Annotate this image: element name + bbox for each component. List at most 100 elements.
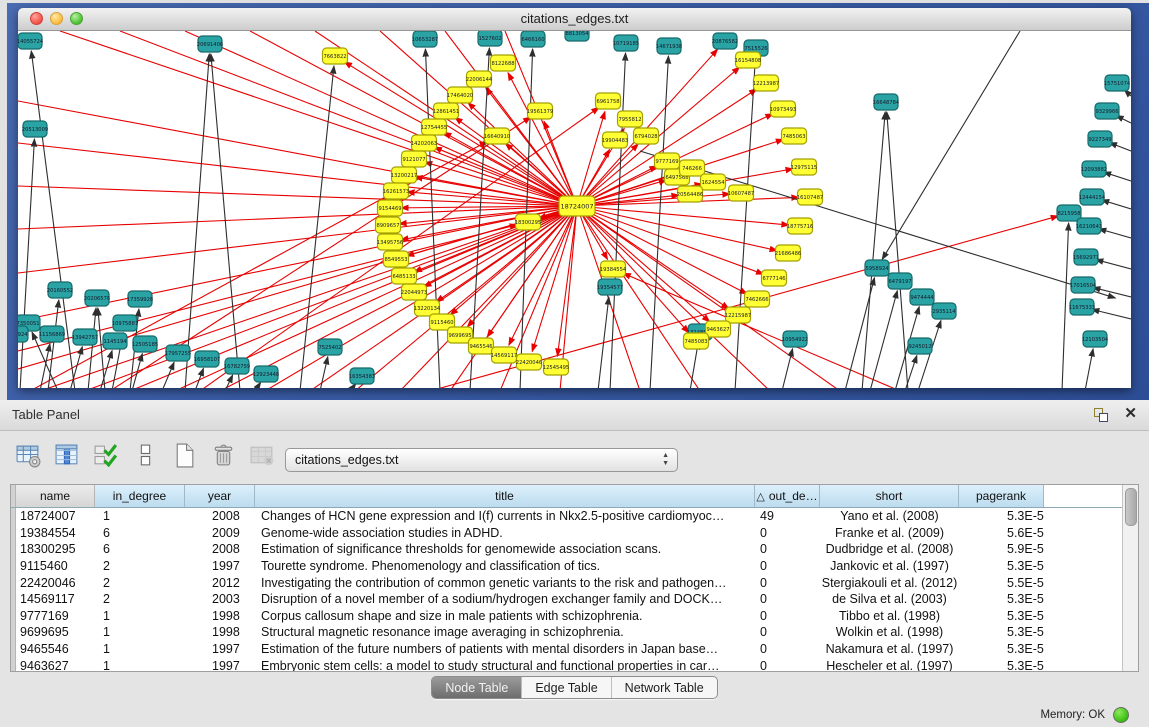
network-node[interactable]: 12754455 [421,119,447,135]
table-cell[interactable]: Disruption of a novel member of a sodium… [255,592,755,606]
network-edge[interactable] [20,139,34,388]
table-cell[interactable]: 18300295 [16,542,95,556]
new-document-button[interactable] [168,440,200,472]
column-header-short[interactable]: short [820,485,959,507]
network-node[interactable]: 12505185 [132,336,158,352]
network-node[interactable]: 11156869 [39,326,65,342]
table-cell[interactable]: 2009 [185,526,255,540]
network-edge[interactable] [1099,229,1131,238]
table-cell[interactable]: 0 [755,592,820,606]
network-edge[interactable] [1096,260,1131,269]
table-cell[interactable]: 0 [755,526,820,540]
network-edge[interactable] [1109,143,1131,151]
network-node[interactable]: 18724007 [559,196,595,216]
network-node[interactable]: 6479197 [888,273,912,289]
network-node[interactable]: 20691406 [197,36,223,52]
table-cell[interactable]: 1998 [185,609,255,623]
network-edge[interactable] [424,206,577,287]
network-node[interactable]: 7462666 [745,291,770,307]
network-node[interactable]: 9227349 [1088,131,1112,147]
network-node[interactable]: 2935114 [932,303,956,319]
table-row[interactable]: 946362711997Embryonic stem cells: a mode… [11,657,1138,672]
table-cell[interactable]: 1998 [185,625,255,639]
network-node[interactable]: 17016504 [1070,277,1097,293]
network-node[interactable]: 12215987 [725,307,751,323]
network-edge[interactable] [18,206,577,229]
network-node[interactable]: 3915924 [18,326,28,342]
network-node[interactable]: 9465546 [469,338,494,354]
network-node[interactable]: 9245012 [908,338,932,354]
show-columns-button[interactable] [51,440,83,472]
table-cell[interactable]: 2008 [185,542,255,556]
network-node[interactable]: 15692971 [1073,249,1099,265]
network-node[interactable]: 8122688 [491,55,516,71]
network-node[interactable]: 9777169 [655,153,680,169]
table-selector-dropdown[interactable]: citations_edges.txt ▲▼ [285,448,678,472]
table-cell[interactable]: 0 [755,642,820,656]
column-header-pagerank[interactable]: pagerank [959,485,1044,507]
tab-network-table[interactable]: Network Table [611,677,717,698]
network-node[interactable]: 9154469 [378,200,403,216]
column-header-year[interactable]: year [185,485,255,507]
network-node[interactable]: 16354383 [349,368,375,384]
network-node[interactable]: 7663822 [323,48,348,64]
table-cell[interactable]: Investigating the contribution of common… [255,576,755,590]
table-row[interactable]: 1938455462009Genome-wide association stu… [11,525,1138,542]
table-cell[interactable]: 1 [95,642,185,656]
table-row[interactable]: 1872400712008Changes of HCN gene express… [11,508,1138,525]
network-node[interactable]: 19561379 [527,103,553,119]
table-cell[interactable]: 6 [95,542,185,556]
table-cell[interactable]: 0 [755,576,820,590]
table-cell[interactable]: Hescheler et al. (1997) [820,659,959,672]
table-cell[interactable]: Dudbridge et al. (2008) [820,542,959,556]
network-node[interactable]: 7485083 [684,333,709,349]
table-cell[interactable]: 5.3E-5 [959,659,1044,672]
network-node[interactable]: 13200217 [391,167,417,183]
network-node[interactable]: 19904483 [602,132,628,148]
network-node[interactable]: 746266 [680,160,705,176]
table-cell[interactable]: 5.9E-5 [959,542,1044,556]
network-node[interactable]: 14055724 [18,33,44,49]
table-cell[interactable]: 9115460 [16,559,95,573]
table-row[interactable]: 977716911998Corpus callosum shape and si… [11,608,1138,625]
network-node[interactable]: 7955812 [618,111,643,127]
network-edge[interactable] [1085,349,1093,388]
network-node[interactable]: 1527602 [478,31,502,46]
network-node[interactable]: 12103504 [1082,331,1109,347]
network-node[interactable]: 18300295 [515,214,541,230]
network-edge[interactable] [887,112,908,388]
network-node[interactable]: 13495756 [377,234,403,250]
table-cell[interactable]: 5.3E-5 [959,592,1044,606]
network-node[interactable]: 16782759 [224,358,250,374]
network-node[interactable]: 19354577 [597,279,623,295]
table-cell[interactable]: 22420046 [16,576,95,590]
network-node[interactable]: 10653287 [412,31,438,47]
table-cell[interactable]: 0 [755,542,820,556]
network-node[interactable]: 14202063 [411,135,437,151]
table-cell[interactable]: 6 [95,526,185,540]
delete-row-button[interactable] [207,440,239,472]
network-node[interactable]: 10719185 [613,35,639,51]
network-node[interactable]: 12444154 [1079,189,1106,205]
network-edge[interactable] [185,31,577,206]
network-node[interactable]: 20876582 [712,33,738,49]
table-row[interactable]: 946554611997Estimation of the future num… [11,641,1138,658]
network-node[interactable]: 16107487 [797,189,823,205]
table-cell[interactable]: 2 [95,592,185,606]
table-cell[interactable]: 1997 [185,642,255,656]
network-node[interactable]: 18775716 [787,218,813,234]
network-node[interactable]: 16640910 [484,128,510,144]
table-row[interactable]: 1456911722003Disruption of a novel membe… [11,591,1138,608]
network-node[interactable]: 6485133 [392,268,417,284]
table-cell[interactable]: 9777169 [16,609,95,623]
network-edge[interactable] [1102,200,1131,209]
table-cell[interactable]: 9699695 [16,625,95,639]
network-node[interactable]: 12093882 [1081,161,1107,177]
table-cell[interactable]: 1997 [185,559,255,573]
network-node[interactable]: 7525402 [318,339,342,355]
column-header-indegree[interactable]: in_degree [95,485,185,507]
network-edge[interactable] [1062,223,1069,388]
network-node[interactable]: 8813054 [565,31,589,41]
table-cell[interactable]: 5.3E-5 [959,609,1044,623]
tab-node-table[interactable]: Node Table [432,677,521,698]
